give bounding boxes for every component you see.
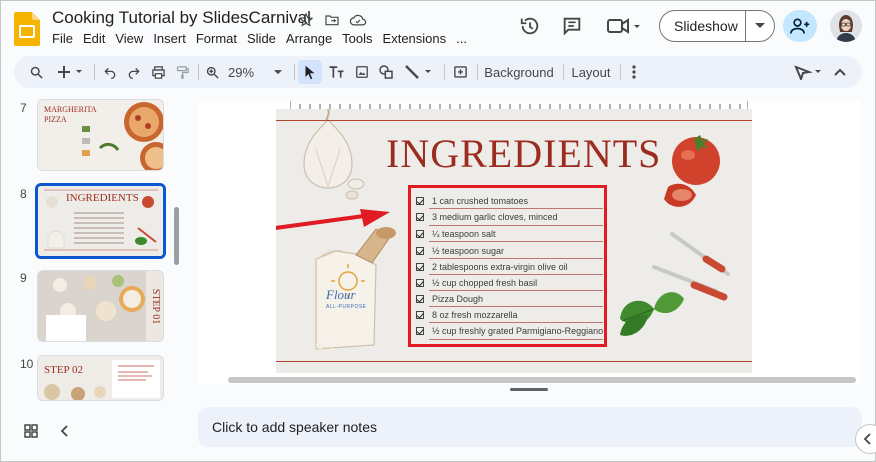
notes-resize-handle[interactable]: [510, 388, 548, 391]
menu-tools[interactable]: Tools: [342, 31, 378, 46]
thumb-title: STEP 01: [150, 288, 162, 325]
filmstrip-scrollbar[interactable]: [174, 207, 179, 265]
menu-file[interactable]: File: [52, 31, 79, 46]
text-box-icon[interactable]: [326, 60, 346, 84]
search-menus-icon[interactable]: [26, 60, 46, 84]
slide-thumbnail-8[interactable]: INGREDIENTS: [35, 183, 166, 259]
flour-sublabel: ALL-PURPOSE: [326, 304, 367, 310]
undo-icon[interactable]: [100, 60, 120, 84]
paint-format-icon[interactable]: [172, 60, 192, 84]
red-arrow-annotation: [276, 209, 390, 230]
menu-more[interactable]: ...: [456, 31, 473, 46]
chevron-down-icon[interactable]: [746, 23, 774, 29]
ingredient-item[interactable]: 3 medium garlic cloves, minced: [416, 209, 558, 225]
garlic-illustration: [303, 109, 365, 200]
menu-slide[interactable]: Slide: [247, 31, 282, 46]
new-slide-icon[interactable]: [56, 60, 86, 84]
menu-insert[interactable]: Insert: [153, 31, 192, 46]
checkbox-icon: [416, 311, 424, 319]
menu-format[interactable]: Format: [196, 31, 243, 46]
checkbox-icon: [416, 247, 424, 255]
insert-image-icon[interactable]: [352, 60, 372, 84]
checkbox-icon: [416, 263, 424, 271]
comments-icon[interactable]: [556, 10, 588, 42]
toolbar: 29% Background Layout: [14, 56, 862, 88]
speaker-notes[interactable]: Click to add speaker notes: [198, 407, 862, 447]
menu-arrange[interactable]: Arrange: [286, 31, 338, 46]
slide-number-9: 9: [20, 271, 27, 285]
document-title[interactable]: Cooking Tutorial by SlidesCarnival: [52, 8, 311, 28]
slide-thumbnail-9[interactable]: STEP 01: [37, 270, 164, 342]
menu-edit[interactable]: Edit: [83, 31, 111, 46]
collapse-filmstrip-icon[interactable]: [60, 424, 70, 443]
background-button[interactable]: Background: [482, 60, 556, 84]
redo-icon[interactable]: [124, 60, 144, 84]
zoom-value: 29%: [228, 64, 255, 80]
pizza-cutter-illustration: [652, 232, 730, 301]
print-icon[interactable]: [148, 60, 168, 84]
more-options-icon[interactable]: [624, 60, 644, 84]
thumb-title: MARGHERITA PIZZA: [44, 105, 97, 124]
thumb-title: STEP 02: [44, 364, 84, 376]
basil-illustration: [620, 292, 684, 336]
menu-bar: File Edit View Insert Format Slide Arran…: [52, 31, 477, 46]
editing-mode-icon[interactable]: [792, 60, 826, 84]
ingredient-item[interactable]: Pizza Dough: [416, 291, 483, 307]
slideshow-button[interactable]: Slideshow: [659, 10, 775, 42]
shape-icon[interactable]: [376, 60, 396, 84]
ingredient-item[interactable]: ½ teaspoon sugar: [416, 243, 504, 259]
side-panel-toggle[interactable]: [855, 424, 876, 454]
slides-logo[interactable]: [14, 12, 40, 46]
chevron-down-icon: [274, 69, 283, 74]
ingredient-item[interactable]: ½ cup freshly grated Parmigiano-Reggiano: [416, 323, 603, 339]
add-comment-icon[interactable]: [450, 60, 470, 84]
line-icon[interactable]: [402, 60, 436, 84]
bottom-rule: [276, 361, 752, 362]
slide-thumbnail-7[interactable]: MARGHERITA PIZZA: [37, 99, 164, 171]
zoom-select[interactable]: 29%: [226, 60, 286, 84]
select-tool-icon[interactable]: [298, 60, 322, 84]
grid-view-icon[interactable]: [24, 424, 38, 443]
slideshow-label[interactable]: Slideshow: [660, 11, 746, 41]
thumb-title: INGREDIENTS: [66, 192, 139, 204]
slide-thumbnail-10[interactable]: STEP 02: [37, 355, 164, 401]
meet-video-icon[interactable]: [603, 10, 645, 42]
ingredient-item[interactable]: ½ cup chopped fresh basil: [416, 275, 537, 291]
ingredient-item[interactable]: 8 oz fresh mozzarella: [416, 307, 518, 323]
zoom-icon[interactable]: [202, 60, 222, 84]
chevron-left-icon: [863, 433, 871, 445]
flour-label: Flour: [326, 287, 356, 302]
slide-title[interactable]: INGREDIENTS: [386, 130, 661, 177]
top-rule: [276, 120, 752, 121]
collapse-toolbar-icon[interactable]: [830, 60, 850, 84]
canvas-horizontal-scrollbar[interactable]: [228, 377, 856, 383]
checkbox-icon: [416, 295, 424, 303]
menu-extensions[interactable]: Extensions: [383, 31, 453, 46]
version-history-icon[interactable]: [514, 10, 546, 42]
checkbox-icon: [416, 230, 424, 238]
slide-number-8: 8: [20, 187, 27, 201]
move-folder-icon[interactable]: [322, 10, 342, 30]
layout-button[interactable]: Layout: [568, 60, 614, 84]
checkbox-icon: [416, 327, 424, 335]
ingredient-item[interactable]: ¼ teaspoon salt: [416, 226, 496, 242]
share-button[interactable]: [783, 10, 817, 42]
slide-number-7: 7: [20, 101, 27, 115]
tomato-illustration: [664, 135, 720, 207]
checkbox-icon: [416, 197, 424, 205]
avatar[interactable]: [830, 10, 862, 42]
ingredient-item[interactable]: 2 tablespoons extra-virgin olive oil: [416, 259, 568, 275]
slide-number-10: 10: [20, 357, 34, 371]
menu-view[interactable]: View: [115, 31, 149, 46]
cloud-saved-icon[interactable]: [348, 10, 368, 30]
speaker-notes-placeholder: Click to add speaker notes: [212, 419, 377, 435]
add-person-icon: [790, 18, 810, 34]
ingredient-item[interactable]: 1 can crushed tomatoes: [416, 193, 528, 209]
checkbox-icon: [416, 213, 424, 221]
star-icon[interactable]: [296, 10, 316, 30]
ruler: [290, 101, 748, 109]
checkbox-icon: [416, 279, 424, 287]
